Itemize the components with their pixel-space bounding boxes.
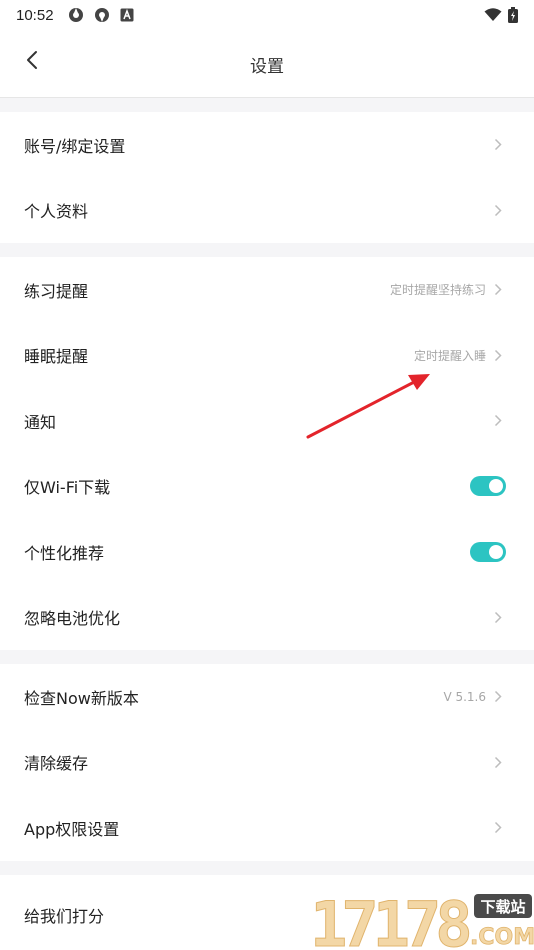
settings-group-account: 账号/绑定设置 个人资料 [0,112,534,243]
row-label: 个性化推荐 [24,543,105,563]
chevron-right-icon [494,610,504,624]
notification-row[interactable]: 通知 [0,388,534,454]
account-binding-row[interactable]: 账号/绑定设置 [0,112,534,178]
row-label: 忽略电池优化 [24,609,121,629]
chevron-right-icon [494,283,504,297]
row-label: 清除缓存 [24,754,89,774]
row-label: 睡眠提醒 [24,347,89,367]
back-button[interactable] [18,46,46,74]
section-gap [0,243,534,257]
row-label: 仅Wi-Fi下载 [24,478,111,498]
watermark-badge: 下载站 [480,898,525,916]
profile-row[interactable]: 个人资料 [0,178,534,244]
chevron-right-icon [494,348,504,362]
practice-reminder-row[interactable]: 练习提醒 定时提醒坚持练习 [0,257,534,323]
app-permissions-row[interactable]: App权限设置 [0,795,534,861]
clear-cache-row[interactable]: 清除缓存 [0,730,534,796]
version-value: V 5.1.6 [443,689,486,704]
watermark-domain: .COM [470,925,534,950]
check-update-row[interactable]: 检查Now新版本 V 5.1.6 [0,664,534,730]
top-app-bar: 设置 [0,30,534,98]
row-label: 通知 [24,412,57,432]
chevron-right-icon [494,203,504,217]
chevron-right-icon [494,690,504,704]
back-arrow-icon [27,51,37,69]
personalized-recommend-toggle[interactable] [470,541,506,562]
chevron-right-icon [494,138,504,152]
chevron-right-icon [494,821,504,835]
status-time: 10:52 [16,6,54,24]
settings-group-reminders: 练习提醒 定时提醒坚持练习 睡眠提醒 定时提醒入睡 通知 仅Wi-Fi下载 个性… [0,257,534,650]
status-bar: 10:52 [0,0,534,30]
row-label: 给我们打分 [24,906,105,926]
section-gap [0,860,534,875]
app-notification-icon [68,8,83,22]
toggle-knob [489,544,503,559]
system-icons [484,7,518,23]
row-label: 个人资料 [24,202,89,222]
settings-group-app: 检查Now新版本 V 5.1.6 清除缓存 App权限设置 [0,664,534,861]
row-label: 练习提醒 [24,281,89,301]
a-letter-icon [120,8,134,22]
page-title: 设置 [250,57,284,77]
wifi-only-download-row: 仅Wi-Fi下载 [0,454,534,520]
site-watermark-logo: 17178 下载站 .COM [308,888,534,950]
personalized-recommend-row: 个性化推荐 [0,519,534,585]
settings-list: 账号/绑定设置 个人资料 练习提醒 定时提醒坚持练习 睡眠提醒 定时提醒入睡 通… [0,98,534,950]
row-value: 定时提醒坚持练习 [389,283,486,298]
sleep-reminder-row[interactable]: 睡眠提醒 定时提醒入睡 [0,323,534,389]
row-label: 账号/绑定设置 [24,136,126,156]
app-notification-icon [94,8,109,22]
row-label: 检查Now新版本 [24,688,139,708]
toggle-knob [489,479,503,494]
watermark-digits: 17178 [310,890,469,950]
ignore-battery-optimization-row[interactable]: 忽略电池优化 [0,585,534,651]
wifi-icon [484,8,502,21]
chevron-right-icon [494,755,504,769]
row-value: 定时提醒入睡 [413,348,486,363]
row-label: App权限设置 [24,819,120,839]
wifi-only-download-toggle[interactable] [470,476,506,497]
battery-charging-icon [508,7,518,23]
chevron-right-icon [494,414,504,428]
section-gap [0,98,534,112]
notification-icons [68,7,134,23]
section-gap [0,650,534,664]
